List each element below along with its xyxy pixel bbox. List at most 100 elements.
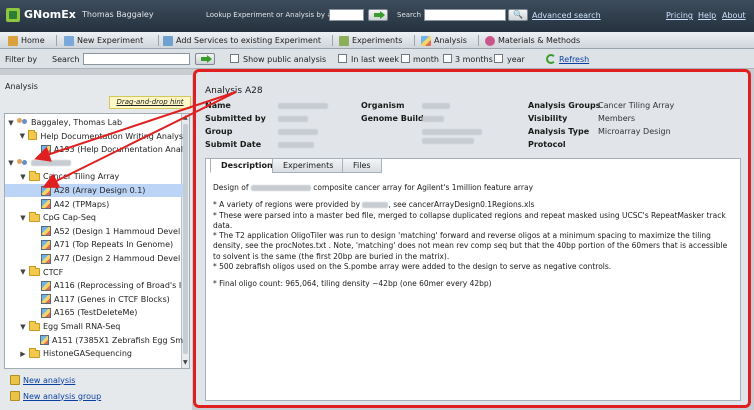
show-public-checkbox[interactable] — [230, 54, 239, 63]
analysis-tree[interactable]: ▲ ▼ ▼ Baggaley, Thomas Lab ▼ Help Documenta… — [4, 113, 190, 369]
app-header: GNomEx Thomas Baggaley Lookup Experiment… — [0, 0, 754, 32]
nav-new-experiment[interactable]: New Experiment — [64, 34, 143, 47]
month-label: month — [413, 55, 439, 64]
tab-files[interactable]: Files — [342, 158, 382, 173]
lookup-go-button[interactable] — [368, 9, 388, 21]
expand-down-icon[interactable]: ▼ — [19, 323, 27, 331]
app-title: GNomEx — [24, 8, 76, 21]
analysis-title: Analysis A28 — [205, 86, 263, 96]
expand-down-icon[interactable]: ▼ — [19, 132, 26, 140]
group-label: Group — [205, 127, 233, 136]
three-months-checkbox[interactable] — [443, 54, 452, 63]
analysis-item-icon — [41, 239, 51, 250]
tree-folder-item[interactable]: ▼ Egg Small RNA-Seq — [5, 320, 183, 333]
pricing-link[interactable]: Pricing — [666, 11, 693, 20]
description-line-3: * These were parsed into a master bed fi… — [213, 210, 726, 230]
year-checkbox[interactable] — [494, 54, 503, 63]
description-line-5: * 500 zebrafish oligos used on the S.pom… — [213, 262, 612, 272]
header-search-input[interactable] — [424, 9, 506, 21]
scroll-down-icon[interactable]: ▼ — [183, 359, 188, 366]
tree-analysis-item[interactable]: A28 (Array Design 0.1) — [5, 184, 183, 197]
folder-icon — [29, 170, 40, 181]
tree-item-label — [31, 160, 71, 167]
tree-analysis-item[interactable]: A52 (Design 1 Hammoud Devel — [5, 225, 183, 238]
new-analysis-group-link[interactable]: New analysis group — [10, 391, 101, 401]
tree-analysis-item[interactable]: A71 (Top Repeats In Genome) — [5, 238, 183, 251]
tree-item-label: Help Documentation Writing Analys — [40, 131, 183, 141]
tree-analysis-item[interactable]: A77 (Design 2 Hammoud Devel — [5, 252, 183, 265]
new-analysis-link[interactable]: New analysis — [10, 375, 75, 385]
genome-build-label: Genome Build — [361, 114, 424, 123]
filter-go-button[interactable] — [195, 53, 215, 65]
about-link[interactable]: About — [722, 11, 746, 20]
advanced-search-link[interactable]: Advanced search — [532, 11, 601, 20]
expand-down-icon[interactable]: ▼ — [19, 268, 27, 276]
submitted-by-label: Submitted by — [205, 114, 266, 123]
nav-home[interactable]: Home — [8, 34, 45, 47]
name-label: Name — [205, 101, 231, 110]
analysis-item-icon — [41, 226, 51, 237]
tab-experiments[interactable]: Experiments — [272, 158, 345, 173]
genome-build-value-redacted — [422, 114, 444, 123]
lookup-input[interactable] — [329, 9, 364, 21]
three-months-label: 3 months — [455, 55, 493, 64]
materials-methods-icon — [485, 35, 495, 46]
analysis-item-icon — [40, 144, 51, 155]
expand-down-icon[interactable]: ▼ — [7, 159, 15, 167]
redacted-text — [362, 202, 389, 209]
refresh-icon[interactable] — [546, 54, 556, 64]
refresh-link[interactable]: Refresh — [559, 55, 589, 64]
protocol-label: Protocol — [528, 140, 566, 149]
experiments-icon — [339, 35, 349, 46]
tree-analysis-item[interactable]: A117 (Genes in CTCF Blocks) — [5, 293, 183, 306]
year-label: year — [507, 55, 525, 64]
scroll-up-icon[interactable]: ▲ — [183, 114, 188, 121]
folder-icon — [29, 320, 40, 331]
nav-experiments[interactable]: Experiments — [339, 34, 402, 47]
nav-materials-methods[interactable]: Materials & Methods — [485, 34, 580, 47]
tree-lab-item[interactable]: ▼ Baggaley, Thomas Lab — [5, 116, 183, 129]
expand-down-icon[interactable]: ▼ — [19, 173, 27, 181]
tree-analysis-item[interactable]: A151 (7385X1 Zebrafish Egg Sm — [5, 334, 183, 347]
tree-folder-item[interactable]: ▼ CTCF — [5, 266, 183, 279]
expand-right-icon[interactable]: ▶ — [19, 350, 27, 358]
filter-search-input[interactable] — [83, 53, 190, 65]
description-line-6: * Final oligo count: 965,064, tiling den… — [213, 279, 492, 289]
tree-analysis-item[interactable]: A193 (Help Documentation Anal — [5, 143, 183, 156]
header-search-button[interactable]: 🔍 — [508, 9, 528, 21]
user-name: Thomas Baggaley — [82, 10, 154, 19]
nav-analysis[interactable]: Analysis — [421, 34, 467, 47]
tree-analysis-item[interactable]: A42 (TPMaps) — [5, 198, 183, 211]
gnomex-logo-icon — [6, 8, 20, 22]
scroll-thumb[interactable] — [183, 124, 188, 354]
visibility-label: Visibility — [528, 114, 568, 123]
folder-icon — [29, 347, 40, 358]
tree-folder-item[interactable]: ▼ Cancer Tiling Array — [5, 170, 183, 183]
expand-down-icon[interactable]: ▼ — [19, 214, 27, 222]
add-services-icon — [163, 35, 173, 46]
organism-label: Organism — [361, 101, 405, 110]
tree-folder-item[interactable]: ▶ HistoneGASequencing — [5, 347, 183, 360]
last-week-checkbox[interactable] — [338, 54, 347, 63]
tree-analysis-item[interactable]: A116 (Reprocessing of Broad's I — [5, 279, 183, 292]
tree-lab-item[interactable]: ▼ — [5, 157, 183, 170]
tree-item-label: Cancer Tiling Array — [43, 172, 120, 182]
analysis-item-icon — [41, 199, 51, 210]
nav-add-services[interactable]: Add Services to existing Experiment — [163, 34, 321, 47]
analysis-item-icon — [41, 253, 51, 264]
expand-down-icon[interactable]: ▼ — [7, 119, 15, 127]
month-checkbox[interactable] — [401, 54, 410, 63]
analysis-item-icon — [41, 280, 51, 291]
drag-drop-hint[interactable]: Drag-and-drop hint — [109, 96, 191, 109]
tree-folder-item[interactable]: ▼ Help Documentation Writing Analys — [5, 130, 183, 143]
analysis-type-label: Analysis Type — [528, 127, 590, 136]
tree-item-label: A28 (Array Design 0.1) — [54, 186, 146, 195]
tree-folder-item[interactable]: ▼ CpG Cap-Seq — [5, 211, 183, 224]
tree-analysis-item[interactable]: A165 (TestDeleteMe) — [5, 306, 183, 319]
redacted-text — [250, 185, 311, 191]
help-link[interactable]: Help — [698, 11, 716, 20]
filter-bar: Filter by Search Show public analysis In… — [0, 49, 754, 69]
submit-date-value-redacted — [278, 140, 314, 149]
folder-icon — [29, 211, 40, 222]
lab-users-icon — [17, 158, 28, 168]
